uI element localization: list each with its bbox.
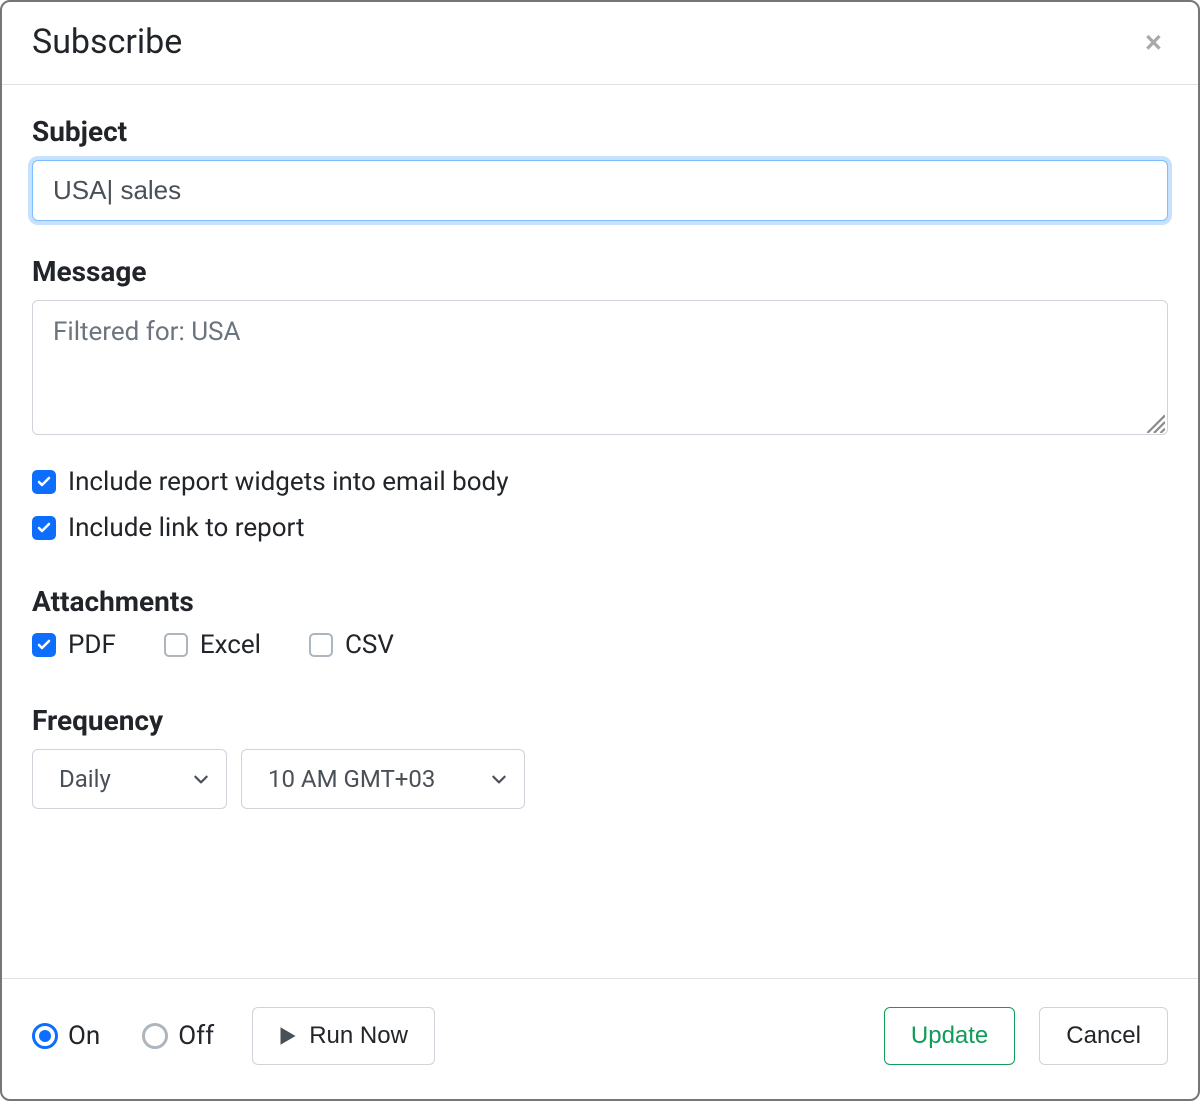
include-widgets-checkbox[interactable] bbox=[32, 470, 56, 494]
radio-on bbox=[32, 1023, 58, 1049]
chevron-down-icon bbox=[490, 770, 508, 788]
run-now-label: Run Now bbox=[309, 1022, 408, 1050]
state-on-label: On bbox=[68, 1021, 100, 1051]
csv-checkbox[interactable] bbox=[309, 633, 333, 657]
frequency-time-value: 10 AM GMT+03 bbox=[268, 765, 435, 793]
play-icon bbox=[279, 1026, 297, 1046]
modal-title: Subscribe bbox=[32, 22, 182, 62]
excel-checkbox[interactable] bbox=[164, 633, 188, 657]
frequency-time-select[interactable]: 10 AM GMT+03 bbox=[241, 749, 525, 809]
frequency-interval-select[interactable]: Daily bbox=[32, 749, 227, 809]
attachments-section: Attachments PDF Excel bbox=[32, 585, 1168, 660]
state-radio-group: On Off bbox=[32, 1021, 214, 1051]
message-wrap bbox=[32, 300, 1168, 439]
cancel-button[interactable]: Cancel bbox=[1039, 1007, 1168, 1065]
state-off-label: Off bbox=[178, 1021, 214, 1051]
update-button[interactable]: Update bbox=[884, 1007, 1015, 1065]
pdf-checkbox[interactable] bbox=[32, 633, 56, 657]
subject-input[interactable] bbox=[32, 160, 1168, 221]
message-textarea[interactable] bbox=[32, 300, 1168, 435]
include-link-checkbox[interactable] bbox=[32, 516, 56, 540]
update-label: Update bbox=[911, 1022, 988, 1050]
close-icon[interactable]: × bbox=[1139, 26, 1168, 58]
modal-footer: On Off Run Now Update Cancel bbox=[2, 978, 1198, 1099]
include-link-label: Include link to report bbox=[68, 513, 305, 543]
state-on-option[interactable]: On bbox=[32, 1021, 100, 1051]
state-off-option[interactable]: Off bbox=[142, 1021, 214, 1051]
chevron-down-icon bbox=[192, 770, 210, 788]
excel-label: Excel bbox=[200, 630, 261, 660]
message-label: Message bbox=[32, 255, 1168, 288]
include-widgets-row: Include report widgets into email body bbox=[32, 467, 1168, 497]
radio-off bbox=[142, 1023, 168, 1049]
modal-header: Subscribe × bbox=[2, 2, 1198, 85]
cancel-label: Cancel bbox=[1066, 1022, 1141, 1050]
frequency-label: Frequency bbox=[32, 704, 1168, 737]
attachment-excel: Excel bbox=[164, 630, 261, 660]
include-widgets-label: Include report widgets into email body bbox=[68, 467, 509, 497]
attachments-row: PDF Excel CSV bbox=[32, 630, 1168, 660]
csv-label: CSV bbox=[345, 630, 394, 660]
frequency-section: Frequency Daily 10 AM GMT+03 bbox=[32, 704, 1168, 809]
attachments-label: Attachments bbox=[32, 585, 1168, 618]
include-link-row: Include link to report bbox=[32, 513, 1168, 543]
attachment-pdf: PDF bbox=[32, 630, 116, 660]
attachment-csv: CSV bbox=[309, 630, 394, 660]
frequency-row: Daily 10 AM GMT+03 bbox=[32, 749, 1168, 809]
run-now-button[interactable]: Run Now bbox=[252, 1007, 435, 1065]
pdf-label: PDF bbox=[68, 630, 116, 660]
frequency-interval-value: Daily bbox=[59, 765, 111, 793]
subscribe-modal: Subscribe × Subject Message Include repo… bbox=[0, 0, 1200, 1101]
subject-label: Subject bbox=[32, 115, 1168, 148]
modal-body: Subject Message Include report widgets i… bbox=[2, 85, 1198, 978]
